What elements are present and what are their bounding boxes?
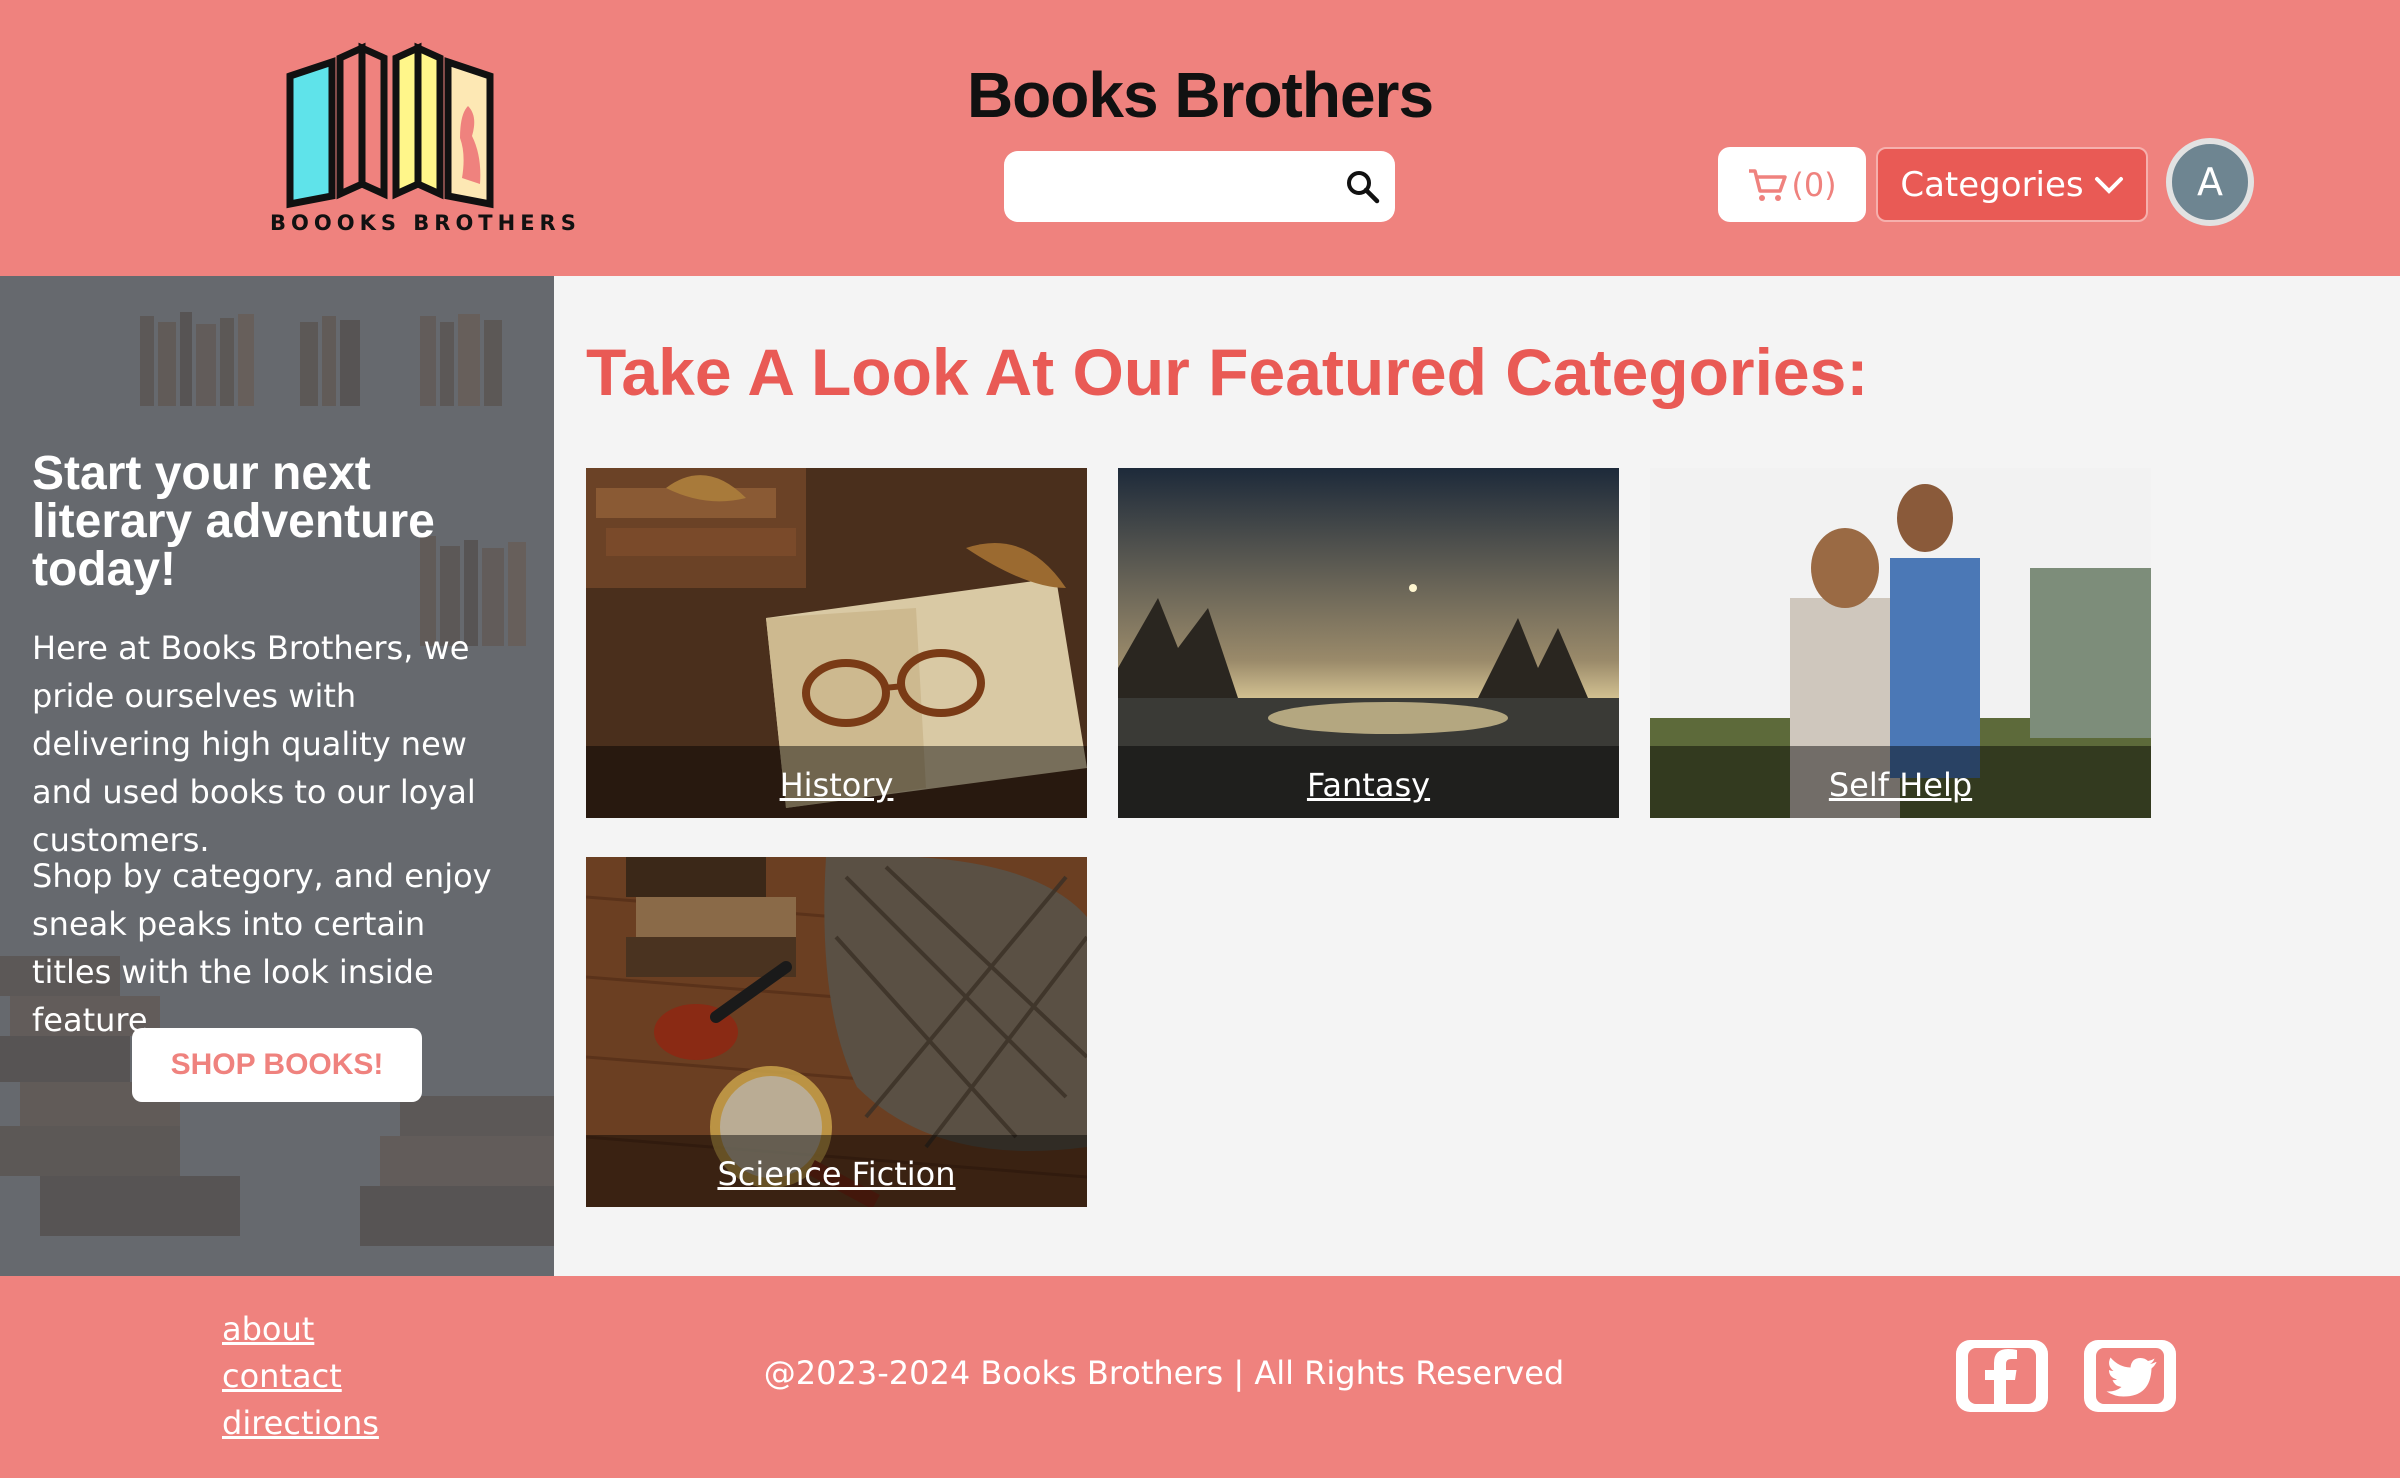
category-label[interactable]: Self Help (1650, 766, 2151, 804)
shop-books-button[interactable]: SHOP BOOKS! (132, 1028, 422, 1102)
category-label[interactable]: Fantasy (1118, 766, 1619, 804)
facebook-link[interactable] (1954, 1338, 2050, 1414)
cart-count: (0) (1791, 165, 1837, 204)
cart-button[interactable]: (0) (1718, 147, 1866, 222)
featured-categories-section: Take A Look At Our Featured Categories: … (554, 276, 2400, 1276)
hero-sidebar: Start your next literary adventure today… (0, 276, 554, 1276)
chevron-down-icon (2094, 176, 2123, 194)
category-card-fantasy[interactable]: Fantasy (1118, 468, 1619, 818)
categories-dropdown-button[interactable]: Categories (1876, 147, 2148, 222)
hero-paragraph-2: Shop by category, and enjoy sneak peaks … (32, 857, 492, 1039)
hero-paragraph-1: Here at Books Brothers, we pride ourselv… (32, 629, 476, 859)
site-title: Books Brothers (966, 59, 1434, 131)
site-logo[interactable]: BOOOKS BROTHERS (270, 36, 581, 242)
search-input[interactable] (1018, 161, 1328, 211)
search-box (1004, 151, 1395, 222)
user-avatar[interactable]: A (2166, 138, 2254, 226)
category-card-self-help[interactable]: Self Help (1650, 468, 2151, 818)
category-card-history[interactable]: History (586, 468, 1087, 818)
facebook-icon (1956, 1340, 2048, 1412)
category-label[interactable]: Science Fiction (586, 1155, 1087, 1193)
footer-link-about[interactable]: about (222, 1306, 379, 1353)
cart-icon (1749, 168, 1788, 201)
footer-link-directions[interactable]: directions (222, 1400, 379, 1447)
site-header: BOOOKS BROTHERS Books Brothers (0) Categ… (0, 0, 2400, 276)
category-label[interactable]: History (586, 766, 1087, 804)
search-icon[interactable] (1345, 169, 1381, 205)
twitter-link[interactable] (2082, 1338, 2178, 1414)
category-card-science-fiction[interactable]: Science Fiction (586, 857, 1087, 1207)
featured-heading: Take A Look At Our Featured Categories: (586, 335, 1869, 409)
logo-text: BOOOKS BROTHERS (270, 211, 581, 235)
site-footer: about contact directions @2023-2024 Book… (0, 1276, 2400, 1478)
hero-title: Start your next literary adventure today… (32, 447, 435, 596)
categories-label: Categories (1900, 164, 2084, 205)
logo-icon (286, 42, 494, 209)
twitter-icon (2084, 1340, 2176, 1412)
